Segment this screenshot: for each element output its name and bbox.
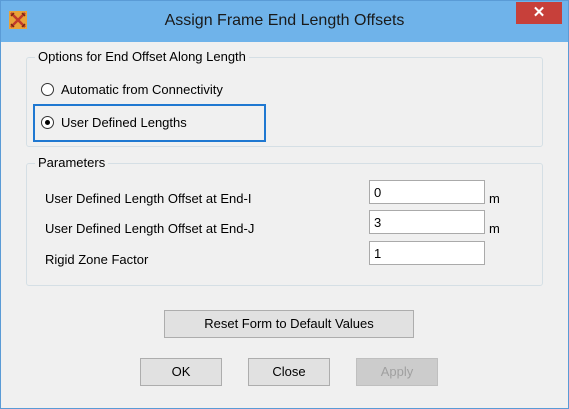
options-group: Options for End Offset Along Length Auto… <box>26 49 543 147</box>
reset-form-button[interactable]: Reset Form to Default Values <box>164 310 414 338</box>
close-window-button[interactable]: ✕ <box>516 2 562 24</box>
radio-button-selected[interactable] <box>41 116 54 129</box>
unit-end-j: m <box>489 221 500 236</box>
close-icon: ✕ <box>532 4 546 21</box>
radio-label: User Defined Lengths <box>61 115 187 130</box>
radio-automatic-from-connectivity[interactable]: Automatic from Connectivity <box>41 82 223 97</box>
param-label-end-i: User Defined Length Offset at End-I <box>45 191 252 206</box>
radio-button[interactable] <box>41 83 54 96</box>
parameters-group-title: Parameters <box>35 155 109 170</box>
ok-button[interactable]: OK <box>140 358 222 386</box>
radio-user-defined-lengths[interactable]: User Defined Lengths <box>41 115 187 130</box>
window-title: Assign Frame End Length Offsets <box>164 12 405 29</box>
end-i-offset-input[interactable] <box>369 180 485 204</box>
apply-button[interactable]: Apply <box>356 358 438 386</box>
radio-label: Automatic from Connectivity <box>61 82 223 97</box>
unit-end-i: m <box>489 191 500 206</box>
title-bar[interactable]: Assign Frame End Length Offsets ✕ <box>1 1 568 42</box>
param-label-rigid-zone: Rigid Zone Factor <box>45 252 149 267</box>
param-label-end-j: User Defined Length Offset at End-J <box>45 221 255 236</box>
close-button[interactable]: Close <box>248 358 330 386</box>
rigid-zone-factor-input[interactable] <box>369 241 485 265</box>
options-group-title: Options for End Offset Along Length <box>35 49 249 64</box>
dialog-window: Assign Frame End Length Offsets ✕ Option… <box>0 0 569 409</box>
dialog-content: Options for End Offset Along Length Auto… <box>14 42 555 398</box>
parameters-group: Parameters User Defined Length Offset at… <box>26 155 543 286</box>
end-j-offset-input[interactable] <box>369 210 485 234</box>
